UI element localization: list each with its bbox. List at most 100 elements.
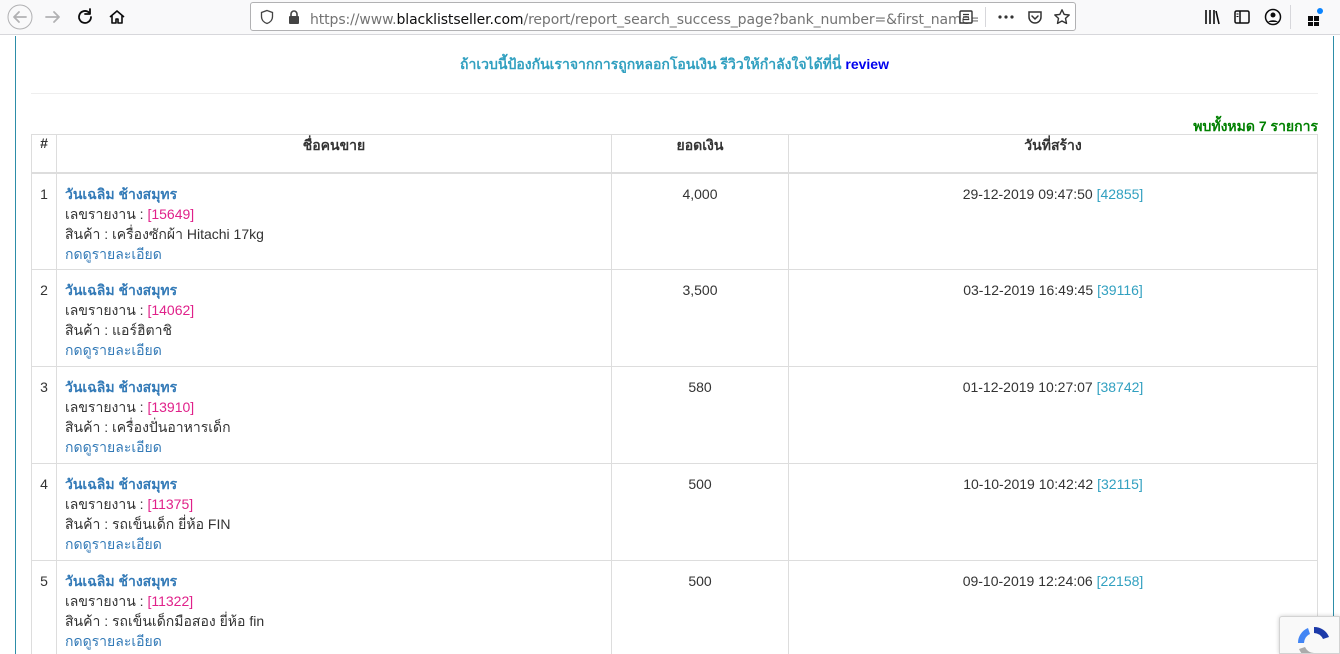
browser-toolbar: https://www.blacklistseller.com/report/r… <box>0 0 1340 35</box>
product-text: สินค้า : แอร์ฮิตาชิ <box>65 322 172 338</box>
created-date: 03-12-2019 16:49:45 <box>963 282 1094 298</box>
report-number-label: เลขรายงาน : <box>65 496 148 512</box>
url-text[interactable]: https://www.blacklistseller.com/report/r… <box>310 9 978 31</box>
created-date: 09-10-2019 12:24:06 <box>962 573 1093 589</box>
report-number-label: เลขรายงาน : <box>65 302 148 318</box>
report-number: เลขรายงาน : [13910] <box>65 397 603 417</box>
url-bar[interactable]: https://www.blacklistseller.com/report/r… <box>250 2 1076 31</box>
view-detail-link[interactable]: กดดูรายละเอียด <box>65 244 603 264</box>
review-link[interactable]: review <box>845 56 889 72</box>
reload-icon <box>78 8 92 24</box>
header-seller: ชื่อคนขาย <box>56 134 612 174</box>
created-date: 29-12-2019 09:47:50 <box>962 185 1093 202</box>
results-table: # ชื่อคนขาย ยอดเงิน วันที่สร้าง 1 วันเฉล… <box>31 134 1318 654</box>
table-row: 3 วันเฉลิม ช้างสมุทร เลขรายงาน : [13910]… <box>31 366 1318 464</box>
table-row: 5 วันเฉลิม ช้างสมุทร เลขรายงาน : [11322]… <box>31 560 1318 654</box>
account-icon <box>1264 8 1282 26</box>
product-text: สินค้า : เครื่องซักผ้า Hitachi 17kg <box>65 225 264 242</box>
row-number: 4 <box>31 463 57 561</box>
table-row: 1 วันเฉลิม ช้างสมุทร เลขรายงาน : [15649]… <box>31 172 1318 270</box>
sidebar-icon <box>1234 10 1250 24</box>
account-button[interactable] <box>1260 4 1286 30</box>
extensions-button[interactable] <box>1302 4 1328 30</box>
banner-text: ถ้าเวบนี้ป้องกันเราจากการถูกหลอกโอนเงิน … <box>460 56 842 72</box>
view-detail-link[interactable]: กดดูรายละเอียด <box>65 340 603 360</box>
created-date: 01-12-2019 10:27:07 <box>962 379 1093 395</box>
sidebar-button[interactable] <box>1229 4 1255 30</box>
report-id-link[interactable]: [14062] <box>147 302 194 318</box>
report-id-link[interactable]: [15649] <box>147 206 194 222</box>
date-cell: 01-12-2019 10:27:07 [38742] <box>788 366 1318 464</box>
home-icon <box>109 10 125 24</box>
date-cell: 10-10-2019 10:42:42 [32115] <box>788 463 1318 561</box>
view-detail-link[interactable]: กดดูรายละเอียด <box>65 534 603 554</box>
seller-cell: วันเฉลิม ช้างสมุทร เลขรายงาน : [14062] ส… <box>56 269 612 367</box>
view-detail-link[interactable]: กดดูรายละเอียด <box>65 437 603 457</box>
header-number: # <box>31 134 57 174</box>
product-text: สินค้า : เครื่องปั่นอาหารเด็ก <box>65 419 231 435</box>
seller-cell: วันเฉลิม ช้างสมุทร เลขรายงาน : [11375] ส… <box>56 463 612 561</box>
pocket-icon <box>1028 11 1042 24</box>
seller-cell: วันเฉลิม ช้างสมุทร เลขรายงาน : [11322] ส… <box>56 560 612 654</box>
amount-cell: 3,500 <box>611 269 789 367</box>
recaptcha-badge[interactable] <box>1279 616 1340 654</box>
seller-cell: วันเฉลิม ช้างสมุทร เลขรายงาน : [15649] ส… <box>56 172 612 270</box>
report-id-link[interactable]: [11375] <box>147 496 193 512</box>
report-number: เลขรายงาน : [11322] <box>65 591 603 611</box>
date-id-link[interactable]: [32115] <box>1097 476 1143 492</box>
divider <box>31 93 1318 94</box>
report-number: เลขรายงาน : [15649] <box>65 204 603 224</box>
amount-cell: 4,000 <box>611 172 789 270</box>
report-number-label: เลขรายงาน : <box>65 205 148 222</box>
report-id-link[interactable]: [11322] <box>147 593 193 609</box>
view-detail-link[interactable]: กดดูรายละเอียด <box>65 631 603 651</box>
table-row: 2 วันเฉลิม ช้างสมุทร เลขรายงาน : [14062]… <box>31 269 1318 367</box>
frame-border-left <box>15 36 16 654</box>
report-number: เลขรายงาน : [14062] <box>65 300 603 320</box>
date-id-link[interactable]: [22158] <box>1097 573 1144 589</box>
extension-puzzle-icon <box>1308 8 1323 26</box>
amount-cell: 500 <box>611 463 789 561</box>
date-cell: 09-10-2019 12:24:06 [22158] <box>788 560 1318 654</box>
lock-icon <box>289 10 299 24</box>
forward-arrow-icon <box>45 11 60 23</box>
date-id-link[interactable]: [42855] <box>1097 186 1144 202</box>
seller-name-link[interactable]: วันเฉลิม ช้างสมุทร <box>65 571 603 591</box>
report-id-link[interactable]: [13910] <box>147 399 194 415</box>
report-number-label: เลขรายงาน : <box>65 399 148 415</box>
date-id-link[interactable]: [39116] <box>1097 282 1143 298</box>
library-button[interactable] <box>1199 4 1225 30</box>
seller-name-link[interactable]: วันเฉลิม ช้างสมุทร <box>65 474 603 494</box>
seller-name-link[interactable]: วันเฉลิม ช้างสมุทร <box>65 184 603 204</box>
date-id-link[interactable]: [38742] <box>1097 379 1144 395</box>
seller-name-link[interactable]: วันเฉลิม ช้างสมุทร <box>65 377 603 397</box>
recaptcha-logo-icon <box>1297 626 1329 653</box>
report-number-label: เลขรายงาน : <box>65 593 148 609</box>
library-icon <box>1205 10 1220 25</box>
reader-view-icon <box>959 10 973 24</box>
product-text: สินค้า : รถเข็นเด็ก ยี่ห้อ FIN <box>65 516 231 532</box>
amount-cell: 500 <box>611 560 789 654</box>
back-button[interactable] <box>7 4 33 30</box>
page-content: ถ้าเวบนี้ป้องกันเราจากการถูกหลอกโอนเงิน … <box>0 36 1340 654</box>
table-row: 4 วันเฉลิม ช้างสมุทร เลขรายงาน : [11375]… <box>31 463 1318 561</box>
reload-button[interactable] <box>72 4 98 30</box>
seller-cell: วันเฉลิม ช้างสมุทร เลขรายงาน : [13910] ส… <box>56 366 612 464</box>
table-header-row: # ชื่อคนขาย ยอดเงิน วันที่สร้าง <box>31 134 1318 174</box>
scrollbar-gutter[interactable] <box>1334 36 1340 654</box>
url-host: blacklistseller.com <box>396 12 524 28</box>
forward-button[interactable] <box>40 4 66 30</box>
date-cell: 03-12-2019 16:49:45 [39116] <box>788 269 1318 367</box>
row-number: 3 <box>31 366 57 464</box>
review-banner: ถ้าเวบนี้ป้องกันเราจากการถูกหลอกโอนเงิน … <box>16 54 1333 76</box>
report-number: เลขรายงาน : [11375] <box>65 494 603 514</box>
home-button[interactable] <box>104 4 130 30</box>
created-date: 10-10-2019 10:42:42 <box>963 476 1094 492</box>
seller-name-link[interactable]: วันเฉลิม ช้างสมุทร <box>65 280 603 300</box>
row-number: 1 <box>31 172 57 270</box>
more-actions-icon <box>998 15 1014 19</box>
row-number: 2 <box>31 269 57 367</box>
row-number: 5 <box>31 560 57 654</box>
bookmark-star-icon <box>1054 9 1070 25</box>
url-path: /report/report_search_success_page?bank_… <box>523 12 978 28</box>
